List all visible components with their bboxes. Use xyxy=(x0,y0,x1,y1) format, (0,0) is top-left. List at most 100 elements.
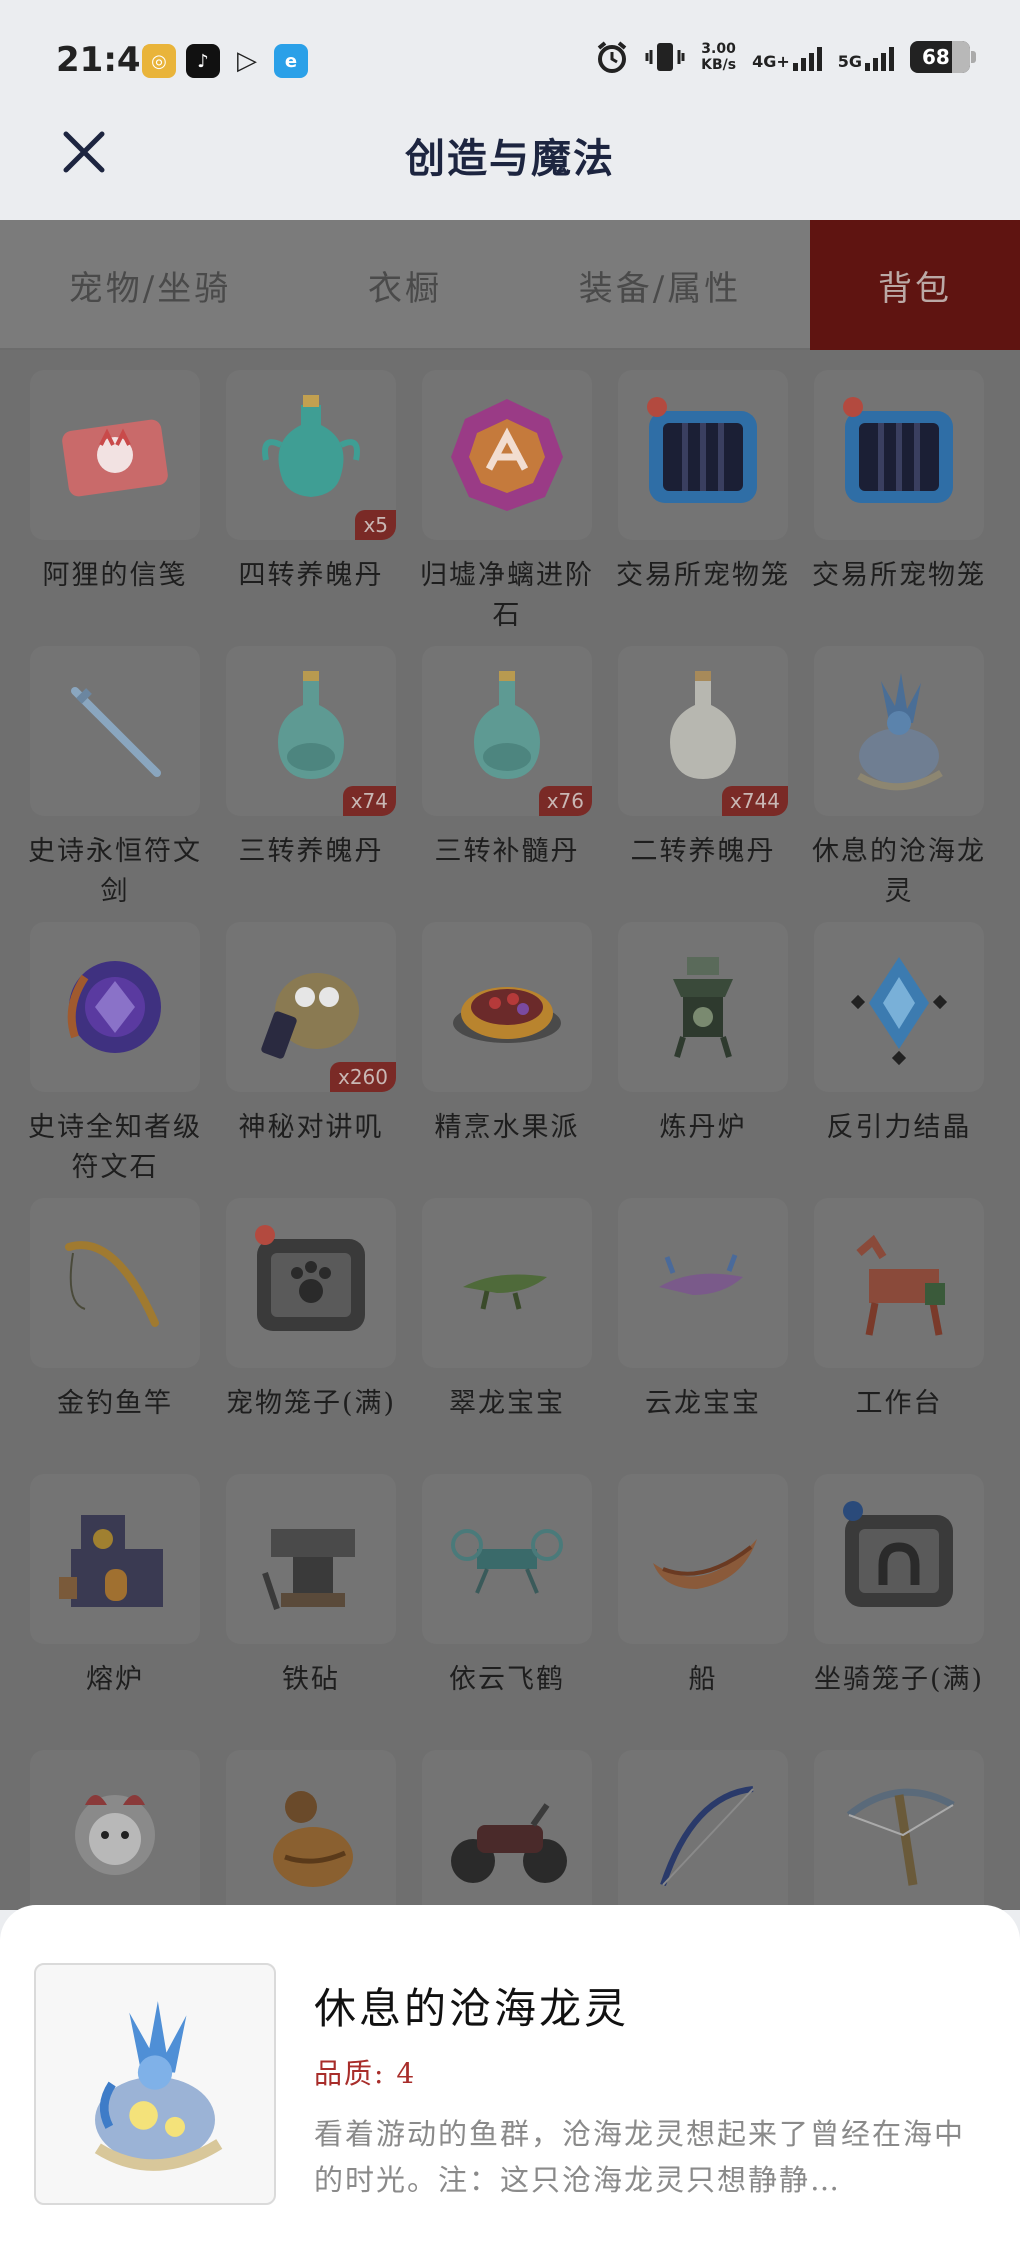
inventory-item[interactable]: 工作台 xyxy=(800,1198,998,1468)
item-count-badge: x260 xyxy=(329,1062,396,1092)
pet-cage-full-icon xyxy=(255,1225,365,1331)
rune-stone-icon xyxy=(67,961,161,1053)
smelter-icon xyxy=(59,1515,163,1607)
inventory-item[interactable] xyxy=(604,1750,802,1910)
crossbow-icon xyxy=(846,1788,955,1886)
page-title: 创造与魔法 xyxy=(405,135,615,182)
pet-cage-blue-icon xyxy=(843,397,953,503)
inventory-item[interactable]: 史诗永恒符文剑 xyxy=(16,646,214,916)
item-name: 归墟净螭进阶石 xyxy=(420,560,594,631)
item-thumbnail xyxy=(422,1198,592,1368)
inventory-item[interactable]: 反引力结晶 xyxy=(800,922,998,1192)
status-app-icons: ◎ ♪ ▷ e xyxy=(142,44,308,78)
boat-icon xyxy=(653,1539,757,1589)
item-thumbnail xyxy=(618,370,788,540)
item-name: 炼丹炉 xyxy=(659,1112,747,1143)
tab-label: 背包 xyxy=(878,268,952,309)
tab-pets-mounts[interactable]: 宠物/坐骑 xyxy=(0,220,300,350)
speed-value: 3.00 xyxy=(701,41,736,57)
inventory-item[interactable]: 史诗全知者级符文石 xyxy=(16,922,214,1192)
dragon-spirit-icon xyxy=(857,673,943,791)
crane-drone-icon xyxy=(451,1529,563,1594)
dragon-spirit-icon xyxy=(94,2001,223,2171)
fishing-rod-icon xyxy=(65,1241,159,1327)
motorcycle-icon xyxy=(451,1803,567,1883)
item-name: 精烹水果派 xyxy=(434,1112,580,1143)
lion-doll-icon xyxy=(75,1795,155,1875)
detail-item-name: 休息的沧海龙灵 xyxy=(314,1984,630,2033)
battery-level: 68 xyxy=(922,45,950,69)
inventory-item[interactable]: 休息的沧海龙灵 xyxy=(800,646,998,916)
alarm-icon xyxy=(597,41,627,73)
item-thumbnail xyxy=(618,922,788,1092)
gem-icon xyxy=(451,399,563,511)
inventory-item[interactable]: 炼丹炉 xyxy=(604,922,802,1192)
inventory-item[interactable] xyxy=(800,1750,998,1910)
inventory-item[interactable] xyxy=(16,1750,214,1910)
cloud-dragon-icon xyxy=(659,1254,743,1295)
item-thumbnail xyxy=(618,1198,788,1368)
inventory-item[interactable]: 坐骑笼子(满) xyxy=(800,1474,998,1744)
item-thumbnail: x5 xyxy=(226,370,396,540)
item-thumbnail xyxy=(422,370,592,540)
inventory-item[interactable]: 铁砧 xyxy=(212,1474,410,1744)
inventory-item[interactable]: 阿狸的信笺 xyxy=(16,370,214,640)
item-thumbnail xyxy=(226,1198,396,1368)
inventory-item[interactable]: x5 四转养魄丹 xyxy=(212,370,410,640)
inventory-item[interactable]: 交易所宠物笼 xyxy=(800,370,998,640)
gourd-icon xyxy=(273,1791,353,1887)
item-thumbnail xyxy=(618,1474,788,1644)
inventory-item[interactable] xyxy=(212,1750,410,1910)
inventory-item[interactable]: x74 三转养魄丹 xyxy=(212,646,410,916)
item-thumbnail xyxy=(814,1474,984,1644)
mount-cage-full-icon xyxy=(843,1501,953,1607)
category-tabs: 宠物/坐骑 衣橱 装备/属性 背包 xyxy=(0,220,1020,350)
inventory-item[interactable]: 船 xyxy=(604,1474,802,1744)
inventory-item[interactable]: 熔炉 xyxy=(16,1474,214,1744)
item-thumbnail: x260 xyxy=(226,922,396,1092)
item-name: 坐骑笼子(满) xyxy=(813,1664,985,1695)
close-button[interactable] xyxy=(56,124,112,180)
inventory-item[interactable]: 金钓鱼竿 xyxy=(16,1198,214,1468)
item-thumbnail xyxy=(422,1750,592,1910)
item-count-badge: x5 xyxy=(355,510,396,540)
inventory-item[interactable]: 翠龙宝宝 xyxy=(408,1198,606,1468)
inventory-item[interactable]: 宠物笼子(满) xyxy=(212,1198,410,1468)
crystal-icon xyxy=(850,957,948,1066)
green-dragon-icon xyxy=(463,1274,547,1310)
tab-wardrobe[interactable]: 衣橱 xyxy=(300,220,510,350)
app-notification-icon: ◎ xyxy=(142,44,176,78)
item-name: 熔炉 xyxy=(86,1664,144,1695)
item-name: 工作台 xyxy=(855,1388,943,1419)
inventory-item[interactable]: 云龙宝宝 xyxy=(604,1198,802,1468)
potion-bottle-icon xyxy=(278,671,344,779)
inventory-item[interactable]: 依云飞鹤 xyxy=(408,1474,606,1744)
sword-icon xyxy=(71,687,161,777)
item-thumbnail xyxy=(30,646,200,816)
item-name: 四转养魄丹 xyxy=(238,560,384,591)
inventory-item[interactable]: 精烹水果派 xyxy=(408,922,606,1192)
detail-item-image xyxy=(34,1963,276,2205)
inventory-item[interactable]: 交易所宠物笼 xyxy=(604,370,802,640)
inventory-item[interactable] xyxy=(408,1750,606,1910)
tab-equipment[interactable]: 装备/属性 xyxy=(510,220,810,350)
play-icon: ▷ xyxy=(237,46,257,76)
tab-label: 装备/属性 xyxy=(578,268,742,309)
pet-cage-blue-icon xyxy=(647,397,757,503)
tab-backpack[interactable]: 背包 xyxy=(810,220,1020,350)
detail-quality: 品质: 4 xyxy=(314,2052,416,2092)
item-count-badge: x74 xyxy=(342,786,396,816)
signal-bars-icon xyxy=(792,43,822,71)
inventory-item[interactable]: 归墟净螭进阶石 xyxy=(408,370,606,640)
anvil-icon xyxy=(262,1529,355,1610)
inventory-item[interactable]: x76 三转补髓丹 xyxy=(408,646,606,916)
item-thumbnail xyxy=(814,370,984,540)
battery-icon: 68 xyxy=(910,41,976,73)
signal-4g: 4G+ xyxy=(752,43,822,71)
inventory-item[interactable]: x744 二转养魄丹 xyxy=(604,646,802,916)
item-name: 三转补髓丹 xyxy=(434,836,580,867)
bow-icon xyxy=(660,1786,754,1886)
item-name: 史诗永恒符文剑 xyxy=(28,836,202,907)
inventory-item[interactable]: x260 神秘对讲叽 xyxy=(212,922,410,1192)
item-name: 交易所宠物笼 xyxy=(812,560,986,591)
